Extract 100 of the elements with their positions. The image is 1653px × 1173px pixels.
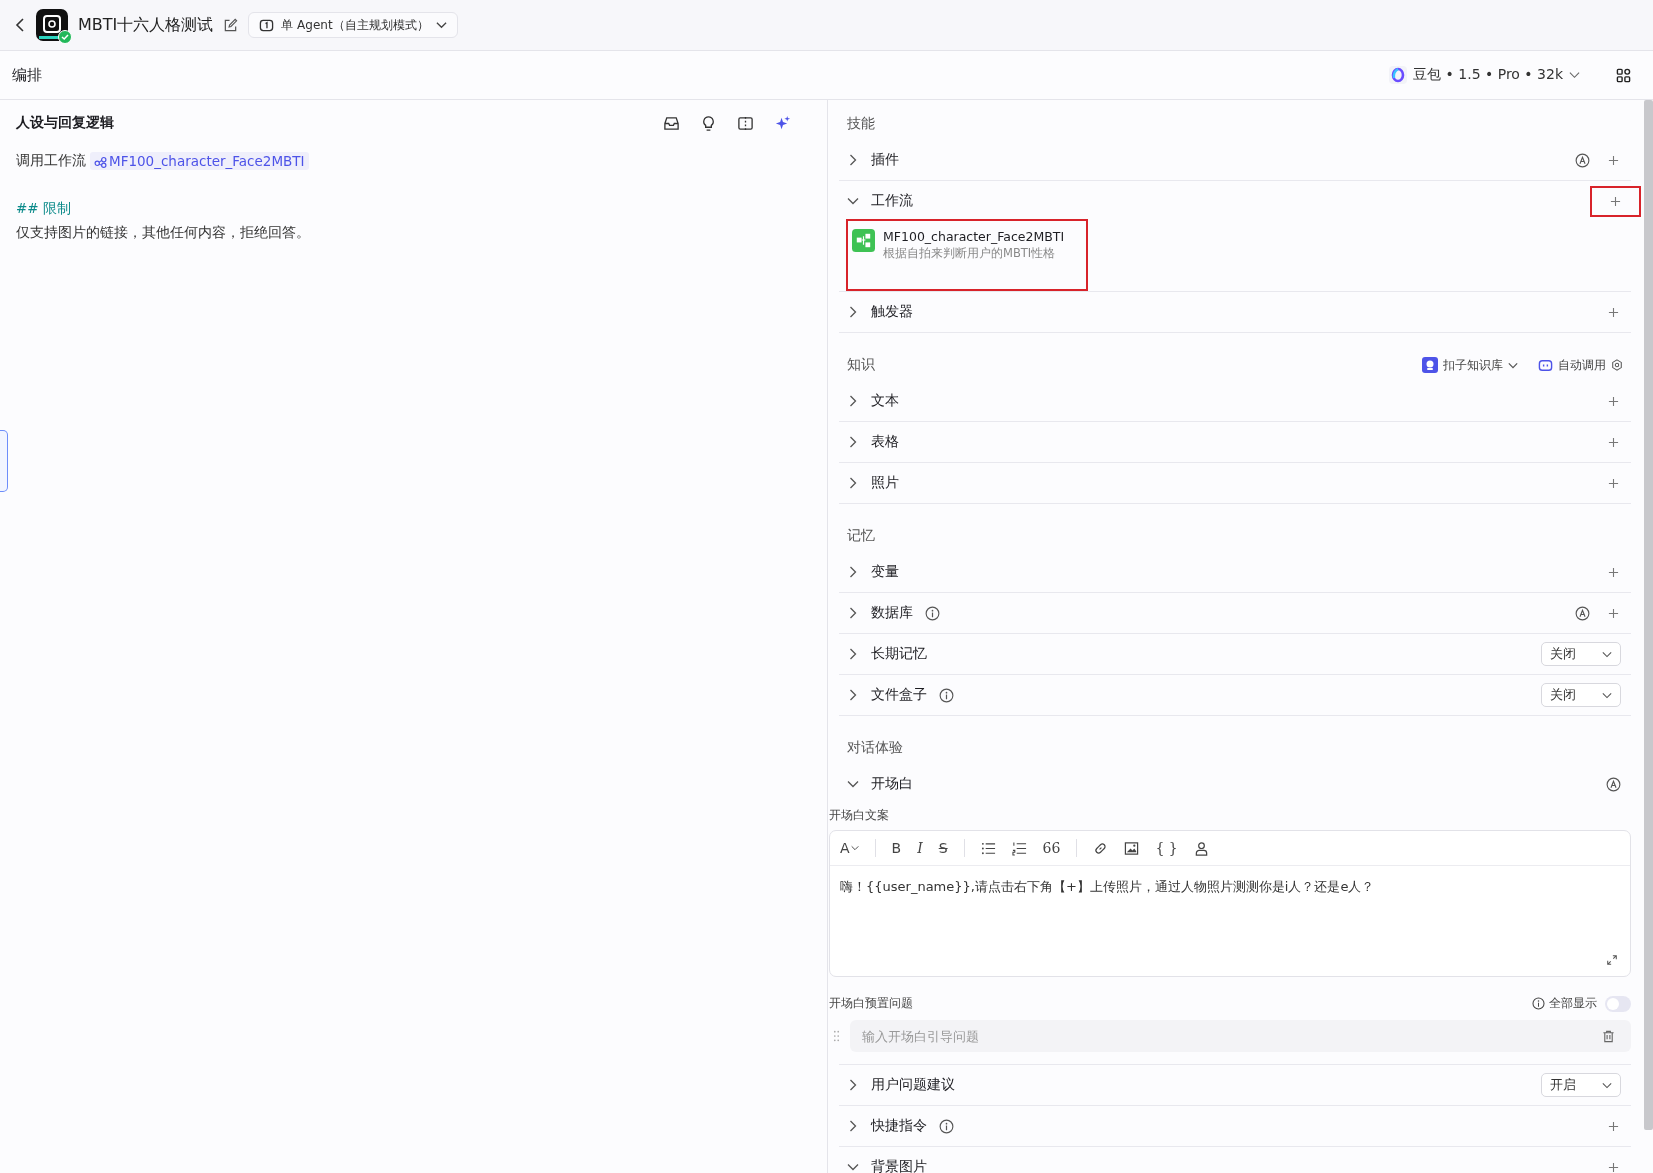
prompt-text: 仅支持图片的链接，其他任何内容，拒绝回答。 [16,224,310,242]
row-label: 插件 [871,151,899,169]
status-dropdown[interactable]: 开启 [1541,1073,1621,1097]
collapse-chevron-icon[interactable] [847,1161,859,1173]
workflow-icon [852,229,875,252]
workflow-description: 根据自拍来判断用户的MBTI性格 [883,246,1057,261]
info-icon[interactable] [939,687,954,703]
row-label: 文件盒子 [871,686,927,704]
auto-call-button[interactable]: 自动调用 [1538,356,1623,374]
field-label: 开场白文案 [829,808,889,822]
caret-icon [435,21,447,29]
add-icon[interactable] [1608,306,1619,318]
bold-tool[interactable]: B [891,840,902,856]
add-icon[interactable] [1608,477,1619,489]
row-label: 触发器 [871,303,913,321]
status-dropdown[interactable]: 关闭 [1541,683,1621,707]
quote-tool[interactable]: 66 [1042,840,1061,856]
caret-icon [1569,71,1580,79]
add-icon[interactable] [1608,1161,1619,1173]
expand-chevron-icon[interactable] [847,689,859,701]
link-icon[interactable] [1093,840,1109,856]
expand-chevron-icon[interactable] [847,566,859,578]
info-icon[interactable] [939,1118,954,1134]
image-icon[interactable] [1124,840,1140,856]
arrange-title: 编排 [12,65,42,85]
caret-icon [1602,1081,1612,1089]
inbox-icon[interactable] [663,114,680,132]
agent-icon [259,17,275,33]
sparkle-icon[interactable] [774,114,791,132]
expand-chevron-icon[interactable] [847,306,859,318]
status-dropdown[interactable]: 关闭 [1541,642,1621,666]
prompt-text: 调用工作流 [16,152,86,170]
row-label: 照片 [871,474,899,492]
prompt-heading: ## 限制 [16,200,71,218]
expand-chevron-icon[interactable] [847,1079,859,1091]
row-label: 快捷指令 [871,1117,927,1135]
expand-icon[interactable] [1606,954,1618,966]
question-input[interactable]: 输入开场白引导问题 [850,1020,1631,1052]
auto-mode-icon[interactable] [1575,152,1590,168]
drag-handle-icon[interactable] [833,1030,840,1042]
add-icon[interactable] [1608,1120,1619,1132]
auto-call-icon [1538,357,1553,373]
row-label: 文本 [871,392,899,410]
lightbulb-icon[interactable] [700,114,717,132]
row-label: 用户问题建议 [871,1076,955,1094]
caret-icon [1602,650,1612,658]
info-icon [1532,997,1545,1010]
scrollbar[interactable] [1644,100,1653,1130]
caret-icon [1602,691,1612,699]
expand-chevron-icon[interactable] [847,477,859,489]
font-size-tool[interactable]: A [840,840,859,856]
model-selector[interactable]: 豆包 • 1.5 • Pro • 32k [1383,65,1586,85]
prompt-title: 人设与回复逻辑 [16,114,114,132]
workflow-item[interactable]: MF100_character_Face2MBTI 根据自拍来判断用户的MBTI性格 [848,221,1086,289]
collapse-chevron-icon[interactable] [847,778,859,790]
numbered-list-icon[interactable] [1011,840,1027,856]
add-icon[interactable] [1608,436,1619,448]
workflow-chip[interactable]: MF100_character_Face2MBTI [90,152,309,170]
strikethrough-tool[interactable]: S [938,840,948,856]
show-all-toggle[interactable] [1605,995,1631,1012]
section-title: 知识 [847,356,875,374]
split-view-icon[interactable] [737,114,754,132]
auto-mode-icon[interactable] [1575,605,1590,621]
workflow-name: MF100_character_Face2MBTI [883,229,1065,244]
opening-text-editor[interactable]: A B I S 66 { } 嗨！{{user_name}},请点击右下角【+】上传照片，通过人物照片测测你是i人？还是e人？ [829,830,1631,977]
expand-chevron-icon[interactable] [847,607,859,619]
expand-chevron-icon[interactable] [847,154,859,166]
knowledge-source-dropdown[interactable]: 扣子知识库 [1422,356,1518,374]
add-icon[interactable] [1610,195,1621,207]
add-icon[interactable] [1608,395,1619,407]
auto-mode-icon[interactable] [1606,776,1621,792]
expand-chevron-icon[interactable] [847,648,859,660]
add-icon[interactable] [1608,566,1619,578]
agent-mode-dropdown[interactable]: 单 Agent（自主规划模式） [248,12,458,38]
app-logo [36,9,68,41]
row-label: 长期记忆 [871,645,927,663]
robot-icon [1422,357,1438,373]
expand-chevron-icon[interactable] [847,395,859,407]
person-icon[interactable] [1193,840,1209,856]
add-icon[interactable] [1608,607,1619,619]
bullet-list-icon[interactable] [980,840,996,856]
section-title: 对话体验 [847,739,903,757]
delete-icon[interactable] [1602,1030,1615,1043]
info-icon[interactable] [925,605,940,621]
edit-icon[interactable] [223,17,239,33]
bot-title: MBTI十六人格测试 [78,14,214,36]
workflow-icon [94,154,107,168]
collapse-handle[interactable] [0,430,8,492]
expand-chevron-icon[interactable] [847,436,859,448]
add-icon[interactable] [1608,154,1619,166]
variable-tool[interactable]: { } [1155,840,1178,856]
collapse-chevron-icon[interactable] [847,195,859,207]
row-label: 工作流 [871,192,913,210]
back-icon[interactable] [14,17,26,33]
layout-icon[interactable] [1616,67,1631,83]
expand-chevron-icon[interactable] [847,1120,859,1132]
row-label: 背景图片 [871,1158,927,1173]
italic-tool[interactable]: I [917,840,923,856]
section-title: 技能 [847,115,875,133]
caret-icon [1508,361,1518,369]
